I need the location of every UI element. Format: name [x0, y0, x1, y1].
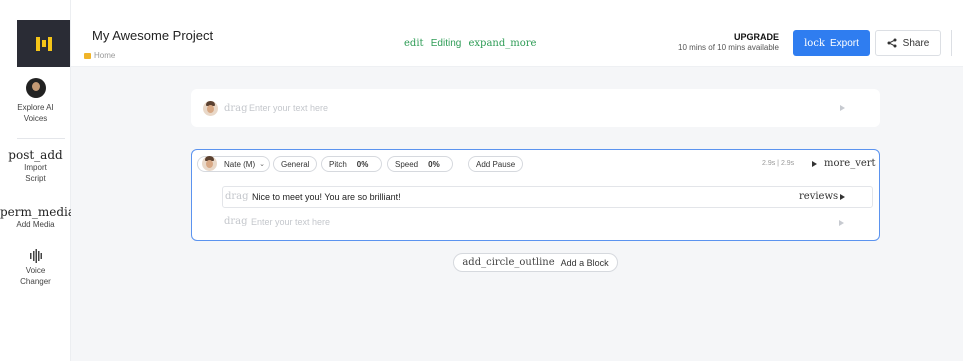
sidebar-item-label: Add Media: [16, 220, 55, 229]
add-pause-label: Add Pause: [476, 159, 516, 169]
play-icon[interactable]: [839, 220, 844, 226]
text-line[interactable]: drag Nice to meet you! You are so brilli…: [222, 186, 873, 208]
voice-changer-icon: [29, 249, 42, 263]
sidebar-item-add-media[interactable]: perm_media Add Media: [0, 205, 76, 230]
text-block[interactable]: drag Enter your text here: [191, 89, 880, 127]
play-icon[interactable]: [840, 105, 845, 111]
speed-chip[interactable]: Speed 0%: [387, 156, 453, 172]
app-logo[interactable]: [17, 20, 70, 67]
project-title[interactable]: My Awesome Project: [92, 28, 213, 43]
post-add-icon: post_add: [8, 148, 63, 162]
sidebar-item-label: Voice Changer: [20, 266, 51, 286]
share-icon: [887, 38, 897, 48]
breadcrumb-home[interactable]: Home: [94, 51, 115, 60]
duration-text: 2.9s | 2.9s: [762, 160, 795, 167]
play-icon[interactable]: [840, 194, 845, 200]
drag-handle-icon[interactable]: drag: [224, 216, 248, 227]
upgrade-link[interactable]: UPGRADE: [734, 32, 779, 42]
text-placeholder[interactable]: Enter your text here: [249, 103, 328, 113]
app-root: Explore AI Voices post_add Import Script…: [0, 0, 963, 361]
sidebar-divider: [17, 138, 65, 139]
export-button[interactable]: lock Export: [793, 30, 870, 56]
voice-avatar-icon[interactable]: [203, 101, 218, 116]
speed-value: 0%: [428, 159, 440, 169]
pitch-label: Pitch: [329, 159, 347, 169]
style-label: General: [281, 159, 310, 169]
logo-icon: [35, 36, 52, 51]
speed-label: Speed: [395, 159, 419, 169]
editing-status[interactable]: edit Editing expand_more: [404, 38, 540, 49]
editing-label: Editing: [430, 38, 462, 49]
lock-icon: lock: [804, 37, 825, 49]
text-block-active[interactable]: Nate (M) ⌄ General Pitch 0% Speed 0% Add…: [191, 149, 880, 241]
add-block-label: Add a Block: [560, 257, 609, 268]
sidebar: Explore AI Voices post_add Import Script…: [0, 0, 76, 361]
text-line-empty[interactable]: drag Enter your text here: [222, 212, 873, 234]
drag-handle-icon[interactable]: drag: [224, 103, 248, 114]
sidebar-item-voice-changer[interactable]: Voice Changer: [0, 249, 71, 287]
folder-icon: [84, 52, 91, 59]
header-extra-button[interactable]: [951, 30, 963, 56]
more-vert-icon[interactable]: more_vert: [824, 158, 876, 169]
expand-more-icon: expand_more: [468, 38, 537, 49]
editor-canvas: drag Enter your text here Nate (M) ⌄ Gen…: [71, 67, 963, 361]
reviews-icon[interactable]: reviews: [799, 191, 838, 202]
share-button[interactable]: Share: [875, 30, 941, 56]
sidebar-item-explore-voices[interactable]: Explore AI Voices: [0, 78, 71, 124]
line-text[interactable]: Nice to meet you! You are so brilliant!: [252, 192, 401, 202]
share-label: Share: [902, 37, 930, 49]
add-circle-outline-icon: add_circle_outline: [462, 257, 555, 268]
sidebar-item-label: Import Script: [24, 163, 47, 183]
ai-voice-avatar-icon: [25, 78, 46, 98]
chevron-down-icon: ⌄: [259, 161, 265, 168]
text-placeholder[interactable]: Enter your text here: [251, 217, 330, 227]
drag-handle-icon[interactable]: drag: [225, 191, 249, 202]
play-icon[interactable]: [812, 161, 817, 167]
sidebar-item-import-script[interactable]: post_add Import Script: [0, 148, 71, 184]
sidebar-item-label: Explore AI Voices: [17, 103, 54, 123]
breadcrumb[interactable]: Home: [84, 51, 115, 60]
pitch-chip[interactable]: Pitch 0%: [321, 156, 382, 172]
add-pause-chip[interactable]: Add Pause: [468, 156, 524, 172]
voice-name: Nate (M): [224, 159, 256, 169]
edit-icon: edit: [404, 38, 424, 49]
pitch-value: 0%: [356, 159, 369, 169]
add-block-button[interactable]: add_circle_outline Add a Block: [453, 253, 618, 272]
usage-text: 10 mins of 10 mins available: [678, 43, 779, 52]
voice-avatar-icon: [202, 156, 217, 171]
style-chip[interactable]: General: [273, 156, 318, 172]
top-header: My Awesome Project Home edit Editing exp…: [71, 0, 963, 67]
export-label: Export: [829, 37, 859, 49]
perm-media-icon: perm_media: [0, 205, 76, 219]
